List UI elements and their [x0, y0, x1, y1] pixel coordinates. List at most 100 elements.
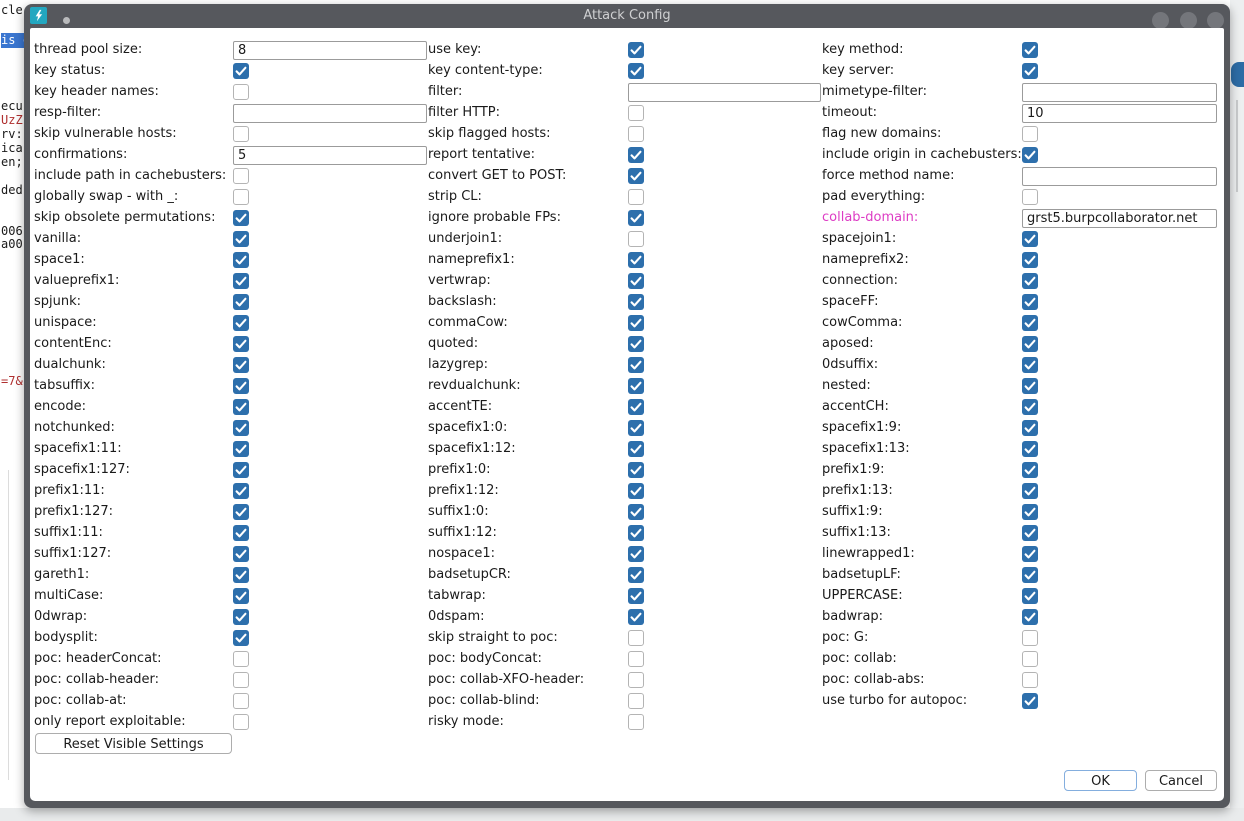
checkbox-unchecked[interactable] — [233, 189, 249, 205]
checkbox-checked[interactable] — [628, 252, 644, 268]
checkbox-unchecked[interactable] — [1022, 672, 1038, 688]
window-maximize-button[interactable] — [1180, 12, 1197, 29]
checkbox-checked[interactable] — [233, 588, 249, 604]
checkbox-checked[interactable] — [1022, 252, 1038, 268]
checkbox-unchecked[interactable] — [628, 672, 644, 688]
checkbox-checked[interactable] — [1022, 336, 1038, 352]
checkbox-checked[interactable] — [628, 294, 644, 310]
checkbox-checked[interactable] — [233, 567, 249, 583]
checkbox-checked[interactable] — [1022, 294, 1038, 310]
checkbox-checked[interactable] — [233, 420, 249, 436]
checkbox-unchecked[interactable] — [628, 126, 644, 142]
window-close-button[interactable] — [1207, 12, 1224, 29]
checkbox-checked[interactable] — [628, 441, 644, 457]
checkbox-checked[interactable] — [628, 420, 644, 436]
checkbox-checked[interactable] — [1022, 315, 1038, 331]
checkbox-checked[interactable] — [628, 399, 644, 415]
text-field[interactable] — [1022, 209, 1217, 228]
checkbox-unchecked[interactable] — [233, 693, 249, 709]
checkbox-checked[interactable] — [1022, 441, 1038, 457]
checkbox-checked[interactable] — [233, 252, 249, 268]
checkbox-checked[interactable] — [233, 462, 249, 478]
checkbox-checked[interactable] — [233, 378, 249, 394]
checkbox-checked[interactable] — [1022, 546, 1038, 562]
checkbox-checked[interactable] — [1022, 567, 1038, 583]
checkbox-checked[interactable] — [1022, 273, 1038, 289]
checkbox-checked[interactable] — [1022, 609, 1038, 625]
checkbox-checked[interactable] — [1022, 147, 1038, 163]
checkbox-checked[interactable] — [233, 294, 249, 310]
text-field[interactable] — [1022, 167, 1217, 186]
checkbox-unchecked[interactable] — [628, 231, 644, 247]
checkbox-checked[interactable] — [233, 231, 249, 247]
checkbox-checked[interactable] — [233, 273, 249, 289]
checkbox-checked[interactable] — [233, 357, 249, 373]
text-field[interactable] — [233, 41, 427, 60]
checkbox-checked[interactable] — [1022, 357, 1038, 373]
checkbox-checked[interactable] — [1022, 483, 1038, 499]
checkbox-checked[interactable] — [233, 399, 249, 415]
titlebar[interactable]: Attack Config — [24, 4, 1230, 28]
checkbox-checked[interactable] — [628, 42, 644, 58]
checkbox-checked[interactable] — [1022, 231, 1038, 247]
checkbox-checked[interactable] — [1022, 42, 1038, 58]
checkbox-checked[interactable] — [1022, 63, 1038, 79]
checkbox-checked[interactable] — [1022, 378, 1038, 394]
checkbox-checked[interactable] — [233, 630, 249, 646]
cancel-button[interactable]: Cancel — [1145, 770, 1217, 791]
checkbox-unchecked[interactable] — [628, 105, 644, 121]
checkbox-checked[interactable] — [628, 168, 644, 184]
checkbox-checked[interactable] — [1022, 525, 1038, 541]
checkbox-checked[interactable] — [628, 609, 644, 625]
checkbox-checked[interactable] — [628, 588, 644, 604]
checkbox-checked[interactable] — [1022, 462, 1038, 478]
checkbox-unchecked[interactable] — [233, 714, 249, 730]
checkbox-checked[interactable] — [1022, 588, 1038, 604]
checkbox-checked[interactable] — [628, 63, 644, 79]
checkbox-unchecked[interactable] — [628, 693, 644, 709]
checkbox-unchecked[interactable] — [1022, 630, 1038, 646]
reset-visible-settings-button[interactable]: Reset Visible Settings — [35, 733, 232, 754]
checkbox-checked[interactable] — [628, 315, 644, 331]
checkbox-checked[interactable] — [628, 525, 644, 541]
text-field[interactable] — [233, 146, 427, 165]
checkbox-unchecked[interactable] — [628, 189, 644, 205]
checkbox-unchecked[interactable] — [628, 630, 644, 646]
checkbox-unchecked[interactable] — [628, 651, 644, 667]
checkbox-unchecked[interactable] — [1022, 189, 1038, 205]
checkbox-checked[interactable] — [233, 441, 249, 457]
checkbox-checked[interactable] — [1022, 399, 1038, 415]
checkbox-unchecked[interactable] — [233, 168, 249, 184]
checkbox-unchecked[interactable] — [233, 651, 249, 667]
checkbox-checked[interactable] — [628, 504, 644, 520]
checkbox-unchecked[interactable] — [628, 714, 644, 730]
text-field[interactable] — [233, 104, 427, 123]
checkbox-checked[interactable] — [628, 357, 644, 373]
checkbox-checked[interactable] — [1022, 693, 1038, 709]
ok-button[interactable]: OK — [1064, 770, 1137, 791]
checkbox-unchecked[interactable] — [233, 126, 249, 142]
checkbox-unchecked[interactable] — [1022, 651, 1038, 667]
checkbox-checked[interactable] — [1022, 420, 1038, 436]
checkbox-checked[interactable] — [628, 273, 644, 289]
checkbox-checked[interactable] — [233, 525, 249, 541]
checkbox-checked[interactable] — [628, 462, 644, 478]
window-minimize-button[interactable] — [1152, 12, 1169, 29]
checkbox-checked[interactable] — [628, 147, 644, 163]
checkbox-checked[interactable] — [628, 546, 644, 562]
checkbox-checked[interactable] — [1022, 504, 1038, 520]
text-field[interactable] — [1022, 104, 1217, 123]
checkbox-checked[interactable] — [233, 609, 249, 625]
checkbox-checked[interactable] — [233, 336, 249, 352]
checkbox-checked[interactable] — [233, 483, 249, 499]
checkbox-unchecked[interactable] — [1022, 126, 1038, 142]
checkbox-checked[interactable] — [628, 378, 644, 394]
checkbox-checked[interactable] — [233, 210, 249, 226]
checkbox-unchecked[interactable] — [233, 84, 249, 100]
checkbox-checked[interactable] — [628, 210, 644, 226]
checkbox-unchecked[interactable] — [233, 672, 249, 688]
checkbox-checked[interactable] — [233, 546, 249, 562]
text-field[interactable] — [1022, 83, 1217, 102]
checkbox-checked[interactable] — [628, 567, 644, 583]
checkbox-checked[interactable] — [233, 315, 249, 331]
